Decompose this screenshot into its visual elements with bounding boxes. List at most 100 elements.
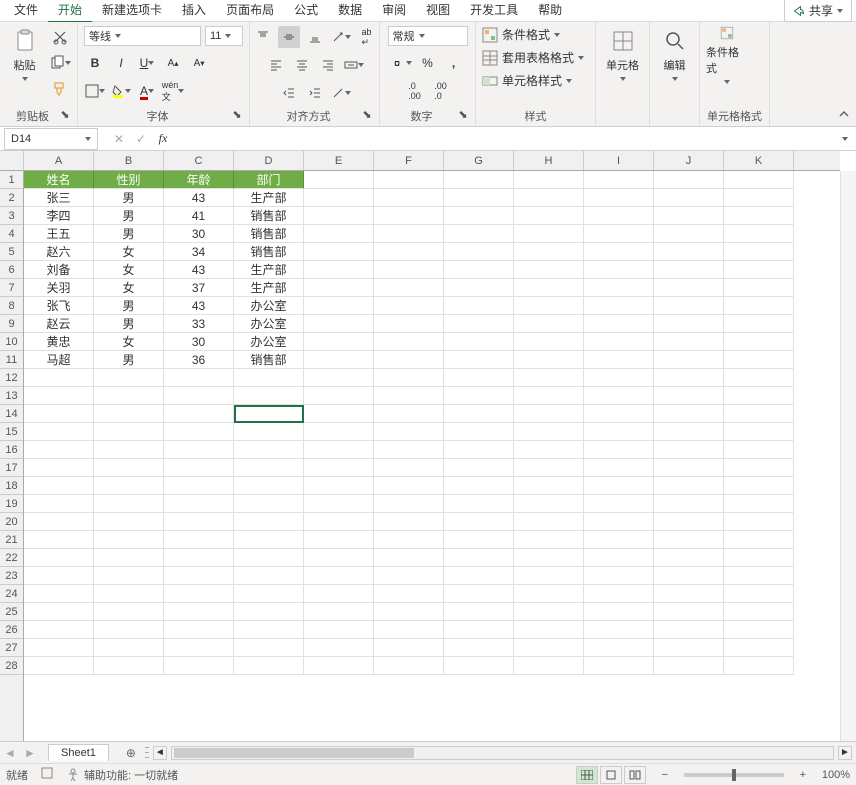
cell-G6[interactable]: [444, 261, 514, 279]
menu-tab-视图[interactable]: 视图: [416, 0, 460, 23]
cell-F21[interactable]: [374, 531, 444, 549]
hscroll-left-button[interactable]: ◄: [153, 746, 167, 760]
sheet-tab-sheet1[interactable]: Sheet1: [48, 744, 109, 761]
cell-K14[interactable]: [724, 405, 794, 423]
cell-D24[interactable]: [234, 585, 304, 603]
cell-H15[interactable]: [514, 423, 584, 441]
cell-E9[interactable]: [304, 315, 374, 333]
cell-D18[interactable]: [234, 477, 304, 495]
cell-A20[interactable]: [24, 513, 94, 531]
phonetic-button[interactable]: wén文: [162, 80, 184, 102]
cell-D2[interactable]: 生产部: [234, 189, 304, 207]
col-header-K[interactable]: K: [724, 151, 794, 170]
cell-A23[interactable]: [24, 567, 94, 585]
percent-button[interactable]: %: [417, 52, 439, 74]
cell-D20[interactable]: [234, 513, 304, 531]
cell-F1[interactable]: [374, 171, 444, 189]
merge-button[interactable]: [343, 54, 365, 76]
cell-C26[interactable]: [164, 621, 234, 639]
cell-F7[interactable]: [374, 279, 444, 297]
align-center-button[interactable]: [291, 54, 313, 76]
col-header-J[interactable]: J: [654, 151, 724, 170]
cell-K27[interactable]: [724, 639, 794, 657]
cell-B24[interactable]: [94, 585, 164, 603]
menu-tab-帮助[interactable]: 帮助: [528, 0, 572, 23]
cell-E5[interactable]: [304, 243, 374, 261]
cell-A15[interactable]: [24, 423, 94, 441]
cell-J15[interactable]: [654, 423, 724, 441]
cell-D8[interactable]: 办公室: [234, 297, 304, 315]
cell-G2[interactable]: [444, 189, 514, 207]
cell-E6[interactable]: [304, 261, 374, 279]
cell-E22[interactable]: [304, 549, 374, 567]
cell-A7[interactable]: 关羽: [24, 279, 94, 297]
horizontal-scrollbar[interactable]: [171, 746, 834, 760]
cell-A5[interactable]: 赵六: [24, 243, 94, 261]
cell-C5[interactable]: 34: [164, 243, 234, 261]
col-header-A[interactable]: A: [24, 151, 94, 170]
cell-J27[interactable]: [654, 639, 724, 657]
cell-C15[interactable]: [164, 423, 234, 441]
normal-view-button[interactable]: [576, 766, 598, 784]
hscroll-thumb[interactable]: [174, 748, 414, 758]
cell-J26[interactable]: [654, 621, 724, 639]
row-header-20[interactable]: 20: [0, 513, 23, 531]
cell-B22[interactable]: [94, 549, 164, 567]
cell-J25[interactable]: [654, 603, 724, 621]
cell-E26[interactable]: [304, 621, 374, 639]
cell-A21[interactable]: [24, 531, 94, 549]
cell-B27[interactable]: [94, 639, 164, 657]
cell-E1[interactable]: [304, 171, 374, 189]
cell-K13[interactable]: [724, 387, 794, 405]
row-header-25[interactable]: 25: [0, 603, 23, 621]
row-header-12[interactable]: 12: [0, 369, 23, 387]
cell-D22[interactable]: [234, 549, 304, 567]
cell-J23[interactable]: [654, 567, 724, 585]
cell-B2[interactable]: 男: [94, 189, 164, 207]
cell-J10[interactable]: [654, 333, 724, 351]
share-button[interactable]: 共享: [784, 0, 852, 22]
cell-J4[interactable]: [654, 225, 724, 243]
cell-G24[interactable]: [444, 585, 514, 603]
cell-H11[interactable]: [514, 351, 584, 369]
cell-E17[interactable]: [304, 459, 374, 477]
vertical-scrollbar[interactable]: [840, 171, 856, 741]
cell-styles-button[interactable]: 单元格样式: [482, 72, 572, 89]
row-header-6[interactable]: 6: [0, 261, 23, 279]
number-format-select[interactable]: 常规: [388, 26, 468, 46]
cell-E15[interactable]: [304, 423, 374, 441]
cond-format-big-button[interactable]: 条件格式: [706, 26, 748, 84]
cell-A16[interactable]: [24, 441, 94, 459]
cell-B14[interactable]: [94, 405, 164, 423]
cell-K28[interactable]: [724, 657, 794, 675]
cell-J12[interactable]: [654, 369, 724, 387]
cell-B26[interactable]: [94, 621, 164, 639]
cell-I26[interactable]: [584, 621, 654, 639]
cell-H9[interactable]: [514, 315, 584, 333]
row-header-23[interactable]: 23: [0, 567, 23, 585]
row-header-2[interactable]: 2: [0, 189, 23, 207]
align-bottom-button[interactable]: [304, 26, 326, 48]
cell-B16[interactable]: [94, 441, 164, 459]
cell-F9[interactable]: [374, 315, 444, 333]
cell-C1[interactable]: 年龄: [164, 171, 234, 189]
cell-A26[interactable]: [24, 621, 94, 639]
cell-H7[interactable]: [514, 279, 584, 297]
cell-K11[interactable]: [724, 351, 794, 369]
cell-D16[interactable]: [234, 441, 304, 459]
cell-H8[interactable]: [514, 297, 584, 315]
cell-C8[interactable]: 43: [164, 297, 234, 315]
cell-F24[interactable]: [374, 585, 444, 603]
cell-C4[interactable]: 30: [164, 225, 234, 243]
row-header-9[interactable]: 9: [0, 315, 23, 333]
cell-J13[interactable]: [654, 387, 724, 405]
cell-B3[interactable]: 男: [94, 207, 164, 225]
cell-K24[interactable]: [724, 585, 794, 603]
cell-D1[interactable]: 部门: [234, 171, 304, 189]
cell-E19[interactable]: [304, 495, 374, 513]
cell-I4[interactable]: [584, 225, 654, 243]
cell-F5[interactable]: [374, 243, 444, 261]
cell-B6[interactable]: 女: [94, 261, 164, 279]
cell-A28[interactable]: [24, 657, 94, 675]
cell-F22[interactable]: [374, 549, 444, 567]
